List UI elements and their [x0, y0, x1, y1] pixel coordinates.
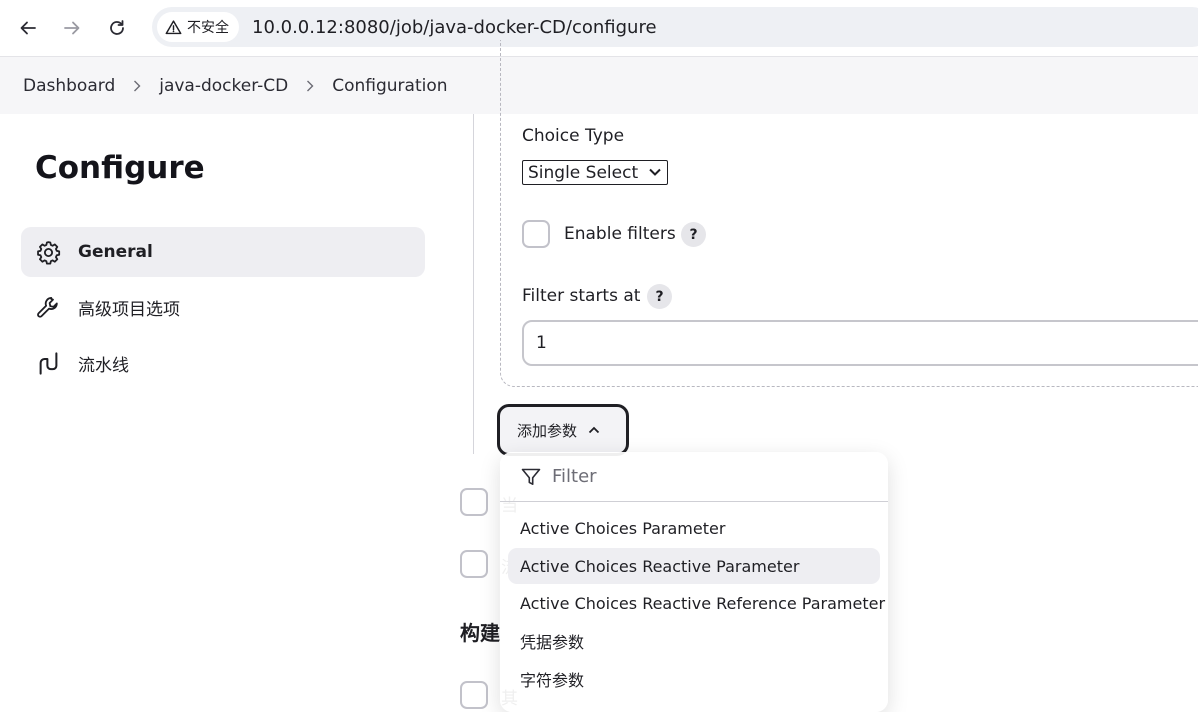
dropdown-filter[interactable]: Filter	[500, 452, 888, 502]
sidebar-item-label: 高级项目选项	[78, 299, 180, 320]
gear-icon	[35, 239, 62, 266]
breadcrumb-dashboard[interactable]: Dashboard	[23, 76, 115, 96]
reload-button[interactable]	[100, 11, 134, 45]
security-label: 不安全	[187, 20, 229, 36]
add-parameter-label: 添加参数	[517, 421, 578, 440]
warning-icon	[165, 19, 182, 34]
sidebar-item-general[interactable]: General	[21, 227, 425, 277]
arrow-left-icon	[20, 21, 36, 35]
choice-type-value: Single Select	[528, 162, 639, 183]
sidebar-item-pipeline[interactable]: 流水线	[21, 338, 425, 388]
url-text[interactable]: 10.0.0.12:8080/job/java-docker-CD/config…	[252, 17, 657, 38]
choice-type-select[interactable]: Single Select	[522, 160, 668, 185]
enable-filters-label: Enable filters	[564, 224, 676, 244]
breadcrumb-configuration[interactable]: Configuration	[332, 76, 447, 96]
filter-icon	[521, 468, 541, 485]
security-indicator[interactable]: 不安全	[157, 12, 239, 42]
menu-item-credentials-param[interactable]: 凭据参数	[508, 623, 880, 659]
forward-button[interactable]	[55, 11, 89, 45]
add-parameter-dropdown: Filter Active Choices Parameter Active C…	[500, 452, 888, 712]
pipeline-icon	[35, 350, 62, 377]
chevron-right-icon	[130, 79, 144, 93]
chevron-up-icon	[588, 426, 600, 434]
filter-starts-label: Filter starts at	[522, 286, 641, 306]
page-title: Configure	[35, 150, 205, 186]
option-checkbox[interactable]	[460, 681, 488, 709]
option-checkbox[interactable]	[460, 488, 488, 516]
arrow-right-icon	[64, 21, 80, 35]
help-icon[interactable]: ?	[647, 284, 672, 309]
chevron-right-icon	[303, 79, 317, 93]
menu-item-active-choices[interactable]: Active Choices Parameter	[508, 510, 880, 546]
sidebar-item-advanced[interactable]: 高级项目选项	[21, 282, 425, 332]
reload-icon	[110, 20, 124, 35]
add-parameter-button[interactable]: 添加参数	[497, 404, 629, 456]
sidebar-item-label: General	[78, 242, 153, 262]
filter-starts-input[interactable]: 1	[522, 320, 1198, 366]
dropdown-filter-placeholder: Filter	[552, 466, 597, 487]
menu-item-active-choices-reactive[interactable]: Active Choices Reactive Parameter	[508, 548, 880, 584]
sidebar-item-label: 流水线	[78, 355, 129, 376]
help-icon[interactable]: ?	[681, 222, 706, 247]
option-checkbox[interactable]	[460, 550, 488, 578]
choice-type-label: Choice Type	[522, 126, 625, 146]
menu-item-active-choices-reactive-reference[interactable]: Active Choices Reactive Reference Parame…	[508, 585, 885, 621]
filter-starts-value: 1	[536, 333, 547, 353]
wrench-icon	[35, 294, 62, 321]
enable-filters-checkbox[interactable]	[522, 220, 550, 248]
menu-item-string-param[interactable]: 字符参数	[508, 661, 880, 697]
chevron-down-icon	[649, 168, 661, 176]
build-triggers-heading: 构建	[460, 621, 500, 645]
section-divider	[473, 114, 474, 454]
breadcrumb-job[interactable]: java-docker-CD	[159, 76, 288, 96]
back-button[interactable]	[11, 11, 45, 45]
